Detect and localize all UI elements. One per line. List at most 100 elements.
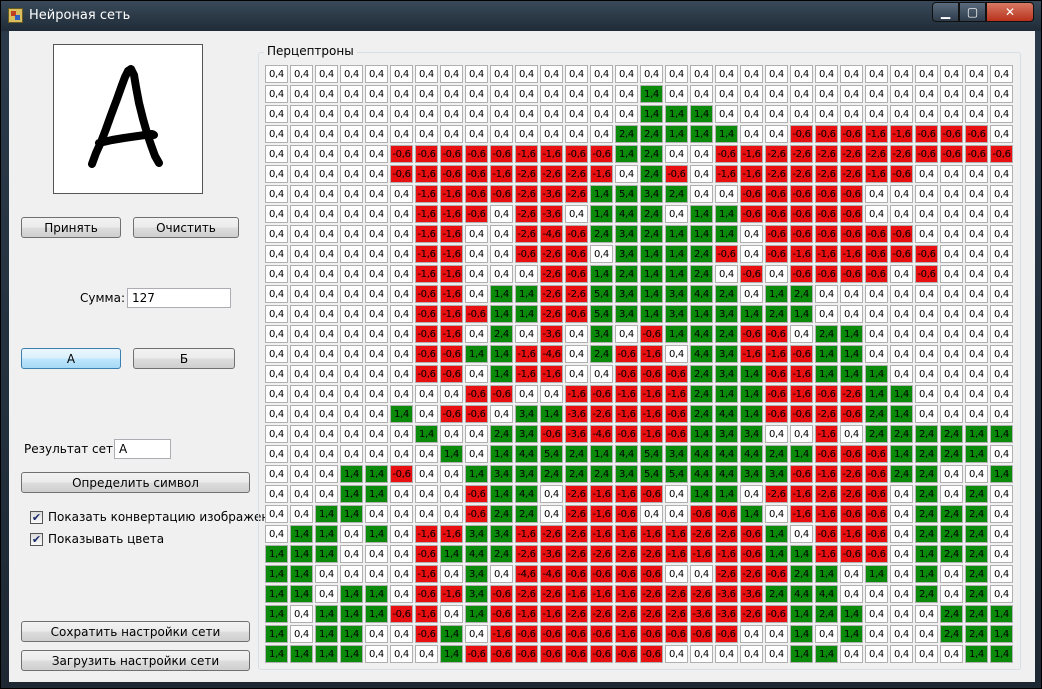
perceptron-cell: -0,6 (565, 225, 588, 243)
show-colors-checkbox[interactable]: ✔ (30, 533, 43, 546)
perceptron-cell: -0,6 (790, 205, 813, 223)
maximize-button[interactable]: ▢ (959, 2, 986, 22)
perceptron-cell: 1,4 (465, 605, 488, 623)
perceptron-cell: 3,4 (715, 345, 738, 363)
perceptron-cell: 0,4 (990, 445, 1013, 463)
perceptron-cell: -0,6 (815, 525, 838, 543)
perceptron-cell: 0,4 (640, 505, 663, 523)
perceptron-cell: 0,4 (990, 105, 1013, 123)
letter-b-button[interactable]: Б (133, 348, 235, 369)
perceptron-cell: -2,6 (515, 225, 538, 243)
perceptron-cell: -0,6 (490, 385, 513, 403)
perceptron-cell: -1,6 (540, 145, 563, 163)
perceptron-cell: -0,6 (465, 485, 488, 503)
close-button[interactable]: ✕ (986, 2, 1034, 22)
perceptron-cell: 0,4 (490, 205, 513, 223)
perceptron-cell: -0,6 (465, 305, 488, 323)
perceptron-cell: 0,4 (490, 85, 513, 103)
perceptron-cell: 0,4 (690, 565, 713, 583)
perceptron-cell: 0,4 (465, 125, 488, 143)
perceptron-cell: 0,4 (915, 85, 938, 103)
perceptron-cell: 2,4 (565, 445, 588, 463)
perceptron-cell: 2,4 (890, 425, 913, 443)
perceptron-cell: 0,4 (265, 505, 288, 523)
perceptron-cell: 0,4 (365, 325, 388, 343)
perceptron-cell: -4,6 (540, 225, 563, 243)
perceptron-cell: -0,6 (865, 545, 888, 563)
perceptron-cell: 2,4 (940, 545, 963, 563)
perceptron-cell: 0,4 (715, 645, 738, 663)
load-settings-button[interactable]: Загрузить настройки сети (21, 650, 250, 671)
perceptron-cell: 0,4 (390, 245, 413, 263)
perceptron-cell: 0,4 (540, 125, 563, 143)
perceptron-cell: 1,4 (890, 385, 913, 403)
perceptron-cell: 2,4 (690, 385, 713, 403)
perceptron-cell: 0,4 (265, 85, 288, 103)
perceptron-cell: 5,4 (640, 465, 663, 483)
perceptron-cell: 0,4 (540, 105, 563, 123)
perceptron-cell: 0,4 (690, 65, 713, 83)
perceptron-cell: 0,4 (740, 285, 763, 303)
perceptron-cell: -2,6 (715, 525, 738, 543)
drawing-canvas[interactable] (53, 44, 203, 194)
perceptron-cell: 0,4 (340, 385, 363, 403)
perceptron-cell: 0,4 (440, 485, 463, 503)
perceptron-cell: -0,6 (840, 545, 863, 563)
save-settings-button[interactable]: Сохратить настройки сети (21, 621, 250, 642)
accept-button[interactable]: Принять (21, 217, 121, 238)
perceptron-cell: 0,4 (990, 325, 1013, 343)
perceptron-cell: 2,4 (765, 305, 788, 323)
perceptron-cell: 0,4 (315, 125, 338, 143)
perceptron-cell: 0,4 (865, 605, 888, 623)
perceptron-cell: -0,6 (965, 145, 988, 163)
detect-symbol-button[interactable]: Определить символ (21, 472, 250, 493)
letter-a-button[interactable]: А (21, 348, 121, 369)
clear-button[interactable]: Очистить (133, 217, 239, 238)
perceptron-cell: -1,6 (790, 505, 813, 523)
perceptron-cell: -0,6 (640, 365, 663, 383)
perceptron-cell: -0,6 (765, 205, 788, 223)
perceptron-cell: 0,4 (615, 105, 638, 123)
perceptron-cell: -4,6 (590, 425, 613, 443)
perceptron-cell: 0,4 (390, 125, 413, 143)
perceptron-cell: -1,6 (790, 365, 813, 383)
perceptron-cell: 0,4 (390, 445, 413, 463)
perceptron-cell: 0,4 (965, 65, 988, 83)
perceptron-cell: 0,4 (340, 285, 363, 303)
perceptron-cell: 0,4 (990, 385, 1013, 403)
perceptron-cell: 0,4 (290, 345, 313, 363)
perceptron-cell: 0,4 (365, 145, 388, 163)
perceptron-cell: 0,4 (340, 565, 363, 583)
result-field[interactable]: А (114, 439, 171, 459)
perceptron-cell: 0,4 (990, 225, 1013, 243)
perceptron-cell: 0,4 (290, 385, 313, 403)
perceptron-cell: -0,6 (390, 465, 413, 483)
perceptron-cell: -3,6 (565, 405, 588, 423)
perceptron-cell: 1,4 (690, 225, 713, 243)
perceptron-cell: 0,4 (390, 525, 413, 543)
show-colors-label: Показывать цвета (48, 532, 165, 546)
perceptron-cell: 0,4 (990, 245, 1013, 263)
perceptron-cell: 0,4 (340, 405, 363, 423)
perceptron-cell: 0,4 (940, 65, 963, 83)
perceptron-cell: -0,6 (740, 205, 763, 223)
show-conversion-checkbox[interactable]: ✔ (30, 511, 43, 524)
sum-field[interactable]: 127 (127, 288, 231, 308)
perceptron-cell: 0,4 (265, 245, 288, 263)
perceptron-cell: 0,4 (990, 405, 1013, 423)
perceptron-cell: 0,4 (315, 65, 338, 83)
title-bar[interactable]: Нейроная сеть ▁ ▢ ✕ (1, 1, 1041, 31)
perceptron-cell: 0,4 (290, 165, 313, 183)
perceptron-cell: 0,4 (565, 345, 588, 363)
perceptron-cell: 0,4 (890, 605, 913, 623)
perceptron-cell: 0,4 (390, 425, 413, 443)
perceptron-cell: 1,4 (365, 525, 388, 543)
perceptron-cell: -2,6 (565, 165, 588, 183)
perceptron-cell: 1,4 (340, 585, 363, 603)
perceptron-cell: -0,6 (540, 645, 563, 663)
minimize-button[interactable]: ▁ (932, 2, 959, 22)
perceptron-cell: 0,4 (990, 505, 1013, 523)
perceptron-cell: 0,4 (840, 285, 863, 303)
perceptron-cell: -0,6 (915, 265, 938, 283)
sum-label: Сумма: (80, 291, 125, 305)
